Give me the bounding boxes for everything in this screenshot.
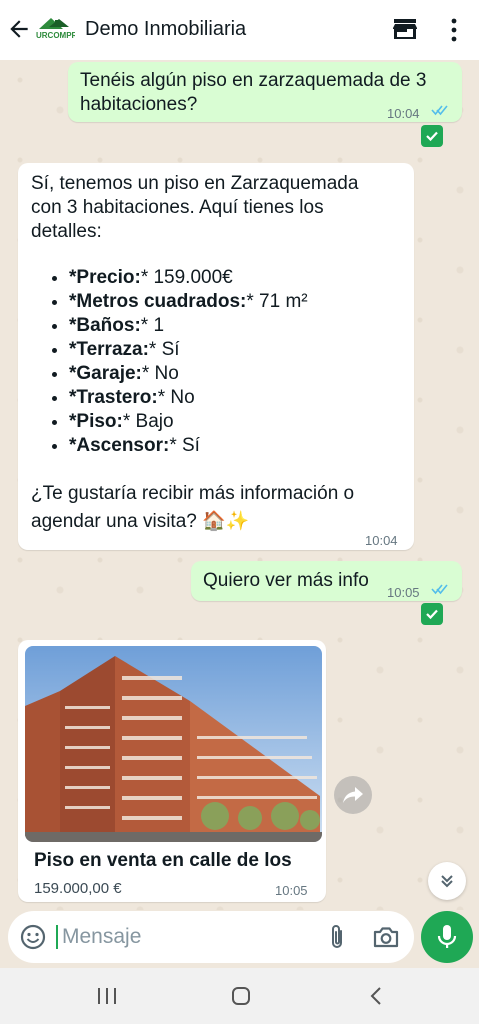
forward-icon: [343, 787, 363, 803]
message-text: Quiero ver más info: [203, 570, 369, 591]
list-item: *Garaje:* No: [39, 362, 399, 386]
contact-avatar[interactable]: URCOMPR: [33, 13, 75, 47]
list-item: *Terraza:* Sí: [39, 338, 399, 362]
scroll-down-button[interactable]: [428, 862, 466, 900]
listing-price: 159.000,00 €: [34, 880, 122, 897]
detail-label: *Trastero:: [69, 387, 158, 408]
more-vertical-icon[interactable]: [444, 17, 464, 43]
outgoing-message[interactable]: Tenéis algún piso en zarzaquemada de 3 h…: [68, 62, 462, 122]
list-item: *Metros cuadrados:* 71 m²: [39, 290, 399, 314]
list-item: *Trastero:* No: [39, 386, 399, 410]
nav-recents-icon[interactable]: [96, 986, 118, 1006]
nav-home-icon[interactable]: [230, 985, 252, 1007]
detail-value: * 1: [140, 315, 165, 336]
text-cursor: [56, 925, 58, 949]
chat-header: URCOMPR Demo Inmobiliaria: [0, 0, 479, 60]
message-text-line: ¿Te gustaría recibir más información o: [31, 483, 355, 504]
check-icon: [421, 603, 443, 625]
detail-label: *Metros cuadrados:: [69, 291, 247, 312]
message-text-line: detalles:: [31, 221, 102, 242]
logo-text: URCOMPR: [36, 31, 75, 40]
back-arrow-icon[interactable]: [6, 16, 32, 42]
detail-value: * Sí: [169, 435, 200, 456]
message-text-line: habitaciones?: [80, 94, 198, 115]
message-time: 10:05: [275, 883, 308, 898]
contact-name[interactable]: Demo Inmobiliaria: [85, 18, 246, 41]
detail-value: * Bajo: [122, 411, 174, 432]
detail-label: *Ascensor:: [69, 435, 170, 456]
read-ticks-icon: [431, 584, 448, 595]
mic-icon: [437, 925, 457, 948]
detail-label: *Piso:: [69, 411, 123, 432]
detail-value: * No: [157, 387, 195, 408]
detail-value: * No: [141, 363, 179, 384]
detail-label: *Garaje:: [69, 363, 142, 384]
list-item: *Precio:* 159.000€: [39, 266, 399, 290]
read-ticks-icon: [431, 105, 448, 116]
attach-icon[interactable]: [324, 923, 350, 951]
emoji-icon[interactable]: [20, 924, 46, 950]
camera-icon[interactable]: [372, 924, 400, 950]
message-time: 10:04: [387, 106, 420, 121]
detail-value: * Sí: [148, 339, 180, 360]
message-text-line: agendar una visita? 🏠✨: [31, 511, 250, 532]
detail-label: *Precio:: [69, 267, 141, 288]
outgoing-message[interactable]: Quiero ver más info 10:05: [191, 561, 462, 601]
message-time: 10:04: [365, 533, 398, 548]
check-icon: [421, 125, 443, 147]
detail-label: *Terraza:: [69, 339, 149, 360]
message-text-line: Tenéis algún piso en zarzaquemada de 3: [80, 70, 427, 91]
listing-title: Piso en venta en calle de los: [34, 850, 292, 871]
incoming-message[interactable]: Sí, tenemos un piso en Zarzaquemada con …: [18, 163, 414, 550]
double-chevron-down-icon: [441, 875, 453, 888]
detail-value: * 71 m²: [246, 291, 308, 312]
list-item: *Piso:* Bajo: [39, 410, 399, 434]
detail-value: * 159.000€: [140, 267, 233, 288]
store-icon[interactable]: [392, 17, 418, 41]
message-input[interactable]: [62, 923, 302, 951]
list-item: *Baños:* 1: [39, 314, 399, 338]
message-text-line: con 3 habitaciones. Aquí tienes los: [31, 197, 324, 218]
message-time: 10:05: [387, 585, 420, 600]
detail-label: *Baños:: [69, 315, 141, 336]
property-photo[interactable]: [25, 646, 322, 842]
mic-button[interactable]: [421, 911, 473, 963]
message-composer: [8, 911, 414, 963]
property-details-list: *Precio:* 159.000€ *Metros cuadrados:* 7…: [39, 266, 399, 458]
list-item: *Ascensor:* Sí: [39, 434, 399, 458]
nav-back-icon[interactable]: [368, 985, 384, 1007]
forward-button[interactable]: [334, 776, 372, 814]
message-text-line: Sí, tenemos un piso en Zarzaquemada: [31, 173, 359, 194]
system-nav-bar: [0, 968, 479, 1024]
